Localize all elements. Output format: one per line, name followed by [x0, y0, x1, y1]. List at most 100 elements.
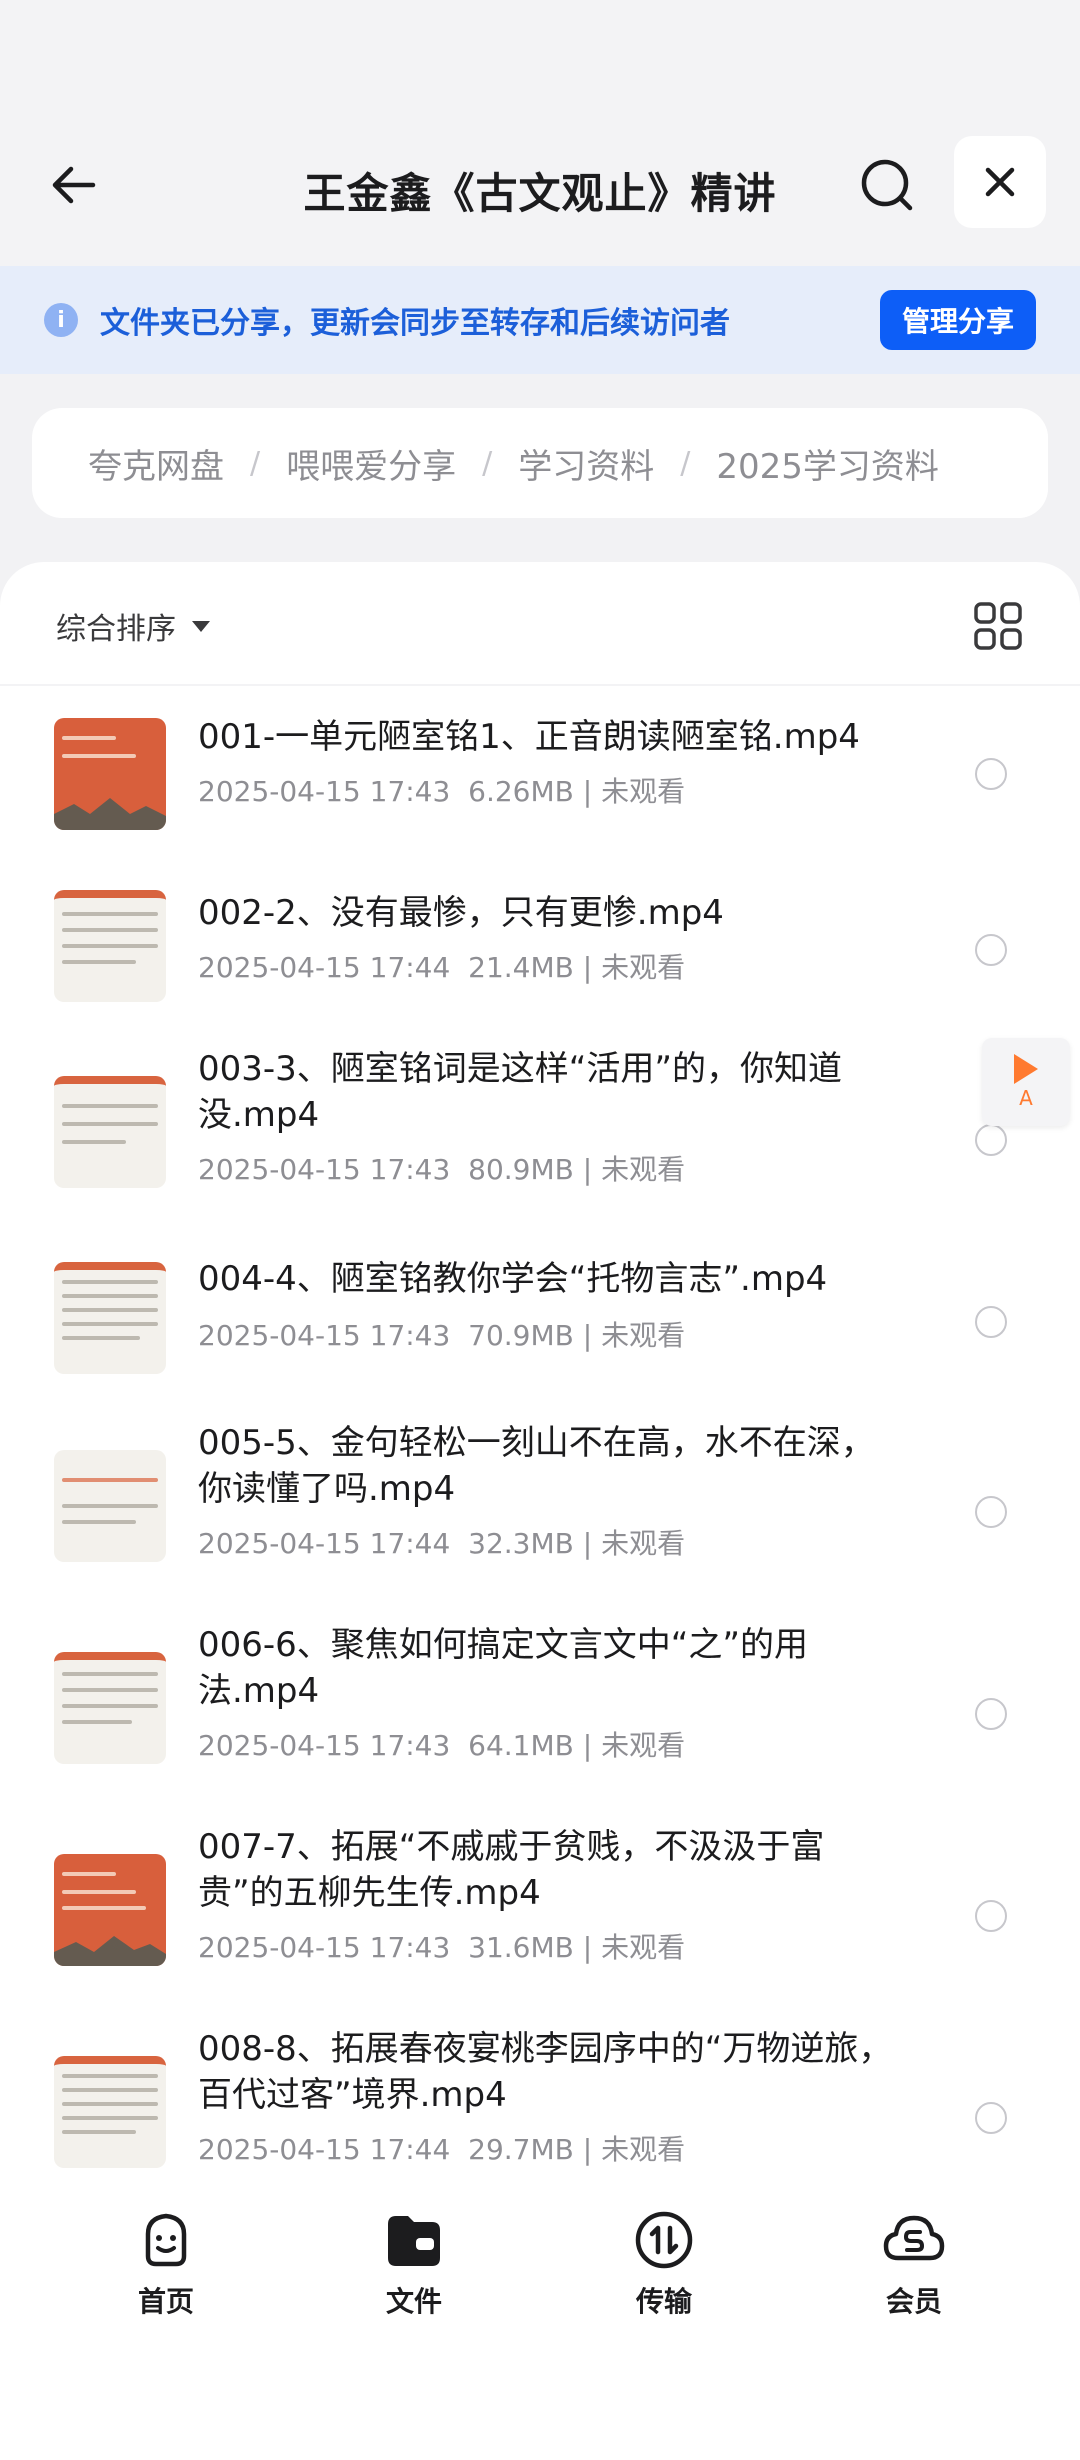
thumb-line [62, 2116, 158, 2120]
breadcrumb: 夸克网盘 / 喂喂爱分享 / 学习资料 / 2025学习资料 [32, 408, 1048, 518]
breadcrumb-fade [958, 408, 1048, 518]
thumb-line [62, 1890, 136, 1894]
select-radio[interactable] [975, 934, 1007, 966]
thumb-line [62, 1504, 158, 1508]
folder-icon [388, 2216, 440, 2266]
file-date: 2025-04-15 17:43 [198, 1153, 451, 1186]
nav-label: 传输 [635, 2285, 692, 2318]
file-meta: 2025-04-15 17:44 32.3MB | 未观看 [198, 1527, 686, 1560]
file-meta: 2025-04-15 17:43 6.26MB | 未观看 [198, 775, 686, 808]
top-bar: 王金鑫《古文观止》精讲 [0, 0, 1080, 266]
thumb-line [62, 1906, 146, 1910]
file-meta: 2025-04-15 17:44 21.4MB | 未观看 [198, 951, 686, 984]
file-size: 64.1MB [468, 1729, 574, 1762]
caret-down-icon [192, 620, 210, 632]
select-radio[interactable] [975, 1306, 1007, 1338]
vip-cloud-icon [883, 2215, 945, 2261]
nav-label: 文件 [385, 2285, 442, 2318]
thumb-line [62, 1280, 158, 1284]
nav-vip[interactable]: 会员 [854, 2208, 974, 2320]
video-thumbnail [54, 718, 166, 830]
nav-files[interactable]: 文件 [354, 2208, 474, 2320]
floating-player-label: A [1019, 1086, 1033, 1110]
video-thumbnail [54, 890, 166, 1002]
file-list-panel: 综合排序 001-一单元陋室铭1、正音朗读陋室铭.mp4 2025-04-15 … [0, 562, 1080, 2460]
thumb-line [62, 1872, 116, 1876]
nav-home[interactable]: 首页 [106, 2208, 226, 2320]
thumb-line [62, 1322, 158, 1326]
file-name: 008-8、拓展春夜宴桃李园序中的“万物逆旅，百代过客”境界.mp4 [198, 2029, 893, 2115]
file-size: 31.6MB [468, 1931, 574, 1964]
sort-label: 综合排序 [56, 612, 176, 647]
file-date: 2025-04-15 17:44 [198, 951, 451, 984]
transfer-icon [635, 2211, 693, 2269]
thumb-line [62, 1122, 158, 1126]
search-icon [861, 159, 913, 211]
file-meta: 2025-04-15 17:43 80.9MB | 未观看 [198, 1153, 686, 1186]
select-radio[interactable] [975, 2102, 1007, 2134]
thumb-line [62, 2088, 158, 2092]
breadcrumb-item[interactable]: 2025学习资料 [716, 439, 939, 488]
file-name: 007-7、拓展“不戚戚于贫贱，不汲汲于富贵”的五柳先生传.mp4 [198, 1827, 825, 1913]
search-button[interactable] [852, 150, 922, 220]
file-size: 80.9MB [468, 1153, 574, 1186]
file-name: 005-5、金句轻松一刻山不在高，水不在深，你读懂了吗.mp4 [198, 1423, 875, 1509]
thumb-line [62, 1688, 158, 1692]
video-thumbnail [54, 2056, 166, 2168]
thumb-line [62, 1478, 158, 1482]
file-meta: 2025-04-15 17:43 64.1MB | 未观看 [198, 1729, 686, 1762]
nav-transfer[interactable]: 传输 [604, 2208, 724, 2320]
file-size: 32.3MB [468, 1527, 574, 1560]
select-radio[interactable] [975, 1698, 1007, 1730]
info-icon: i [44, 303, 78, 337]
grid-view-icon [974, 602, 1022, 650]
file-meta: 2025-04-15 17:43 31.6MB | 未观看 [198, 1931, 686, 1964]
thumb-mountains [54, 798, 166, 830]
file-name: 006-6、聚焦如何搞定文言文中“之”的用法.mp4 [198, 1625, 809, 1711]
video-thumbnail [54, 1450, 166, 1562]
file-date: 2025-04-15 17:44 [198, 1527, 451, 1560]
breadcrumb-item[interactable]: 学习资料 [518, 439, 654, 488]
select-radio[interactable] [975, 1900, 1007, 1932]
thumb-line [62, 1704, 158, 1708]
file-meta: 2025-04-15 17:43 70.9MB | 未观看 [198, 1319, 686, 1352]
file-date: 2025-04-15 17:43 [198, 1931, 451, 1964]
manage-share-button[interactable]: 管理分享 [879, 290, 1036, 350]
thumb-line [62, 754, 136, 758]
file-name: 002-2、没有最惨，只有更惨.mp4 [198, 893, 724, 933]
select-radio[interactable] [975, 1496, 1007, 1528]
thumb-line [62, 944, 158, 948]
thumb-line [62, 1720, 132, 1724]
breadcrumb-item[interactable]: 喂喂爱分享 [286, 439, 456, 488]
grid-view-button[interactable] [972, 600, 1024, 652]
nav-label: 首页 [137, 2285, 194, 2318]
file-size: 21.4MB [468, 951, 574, 984]
thumb-line [62, 2130, 136, 2134]
file-name: 001-一单元陋室铭1、正音朗读陋室铭.mp4 [198, 717, 860, 757]
watch-status: 未观看 [601, 1527, 686, 1560]
breadcrumb-item[interactable]: 夸克网盘 [88, 439, 224, 488]
thumb-mountains [54, 1936, 166, 1966]
breadcrumb-separator: / [482, 445, 493, 481]
file-date: 2025-04-15 17:43 [198, 775, 451, 808]
file-list: 001-一单元陋室铭1、正音朗读陋室铭.mp4 2025-04-15 17:43… [0, 686, 1080, 2190]
share-notice-banner: i 文件夹已分享，更新会同步至转存和后续访问者 管理分享 [0, 266, 1080, 374]
select-radio[interactable] [975, 1124, 1007, 1156]
watch-status: 未观看 [601, 2133, 686, 2166]
watch-status: 未观看 [601, 1153, 686, 1186]
watch-status: 未观看 [601, 1319, 686, 1352]
video-thumbnail [54, 1652, 166, 1764]
watch-status: 未观看 [601, 951, 686, 984]
video-thumbnail [54, 1854, 166, 1966]
floating-player-button[interactable]: A [982, 1038, 1070, 1126]
file-meta: 2025-04-15 17:44 29.7MB | 未观看 [198, 2133, 686, 2166]
video-thumbnail [54, 1076, 166, 1188]
file-date: 2025-04-15 17:43 [198, 1729, 451, 1762]
bottom-nav: 首页 文件 传输 会员 [0, 2180, 1080, 2460]
file-date: 2025-04-15 17:44 [198, 2133, 451, 2166]
thumb-line [62, 2102, 158, 2106]
close-button[interactable] [954, 136, 1046, 228]
sort-dropdown[interactable]: 综合排序 [56, 604, 210, 648]
select-radio[interactable] [975, 758, 1007, 790]
thumb-line [62, 1294, 158, 1298]
